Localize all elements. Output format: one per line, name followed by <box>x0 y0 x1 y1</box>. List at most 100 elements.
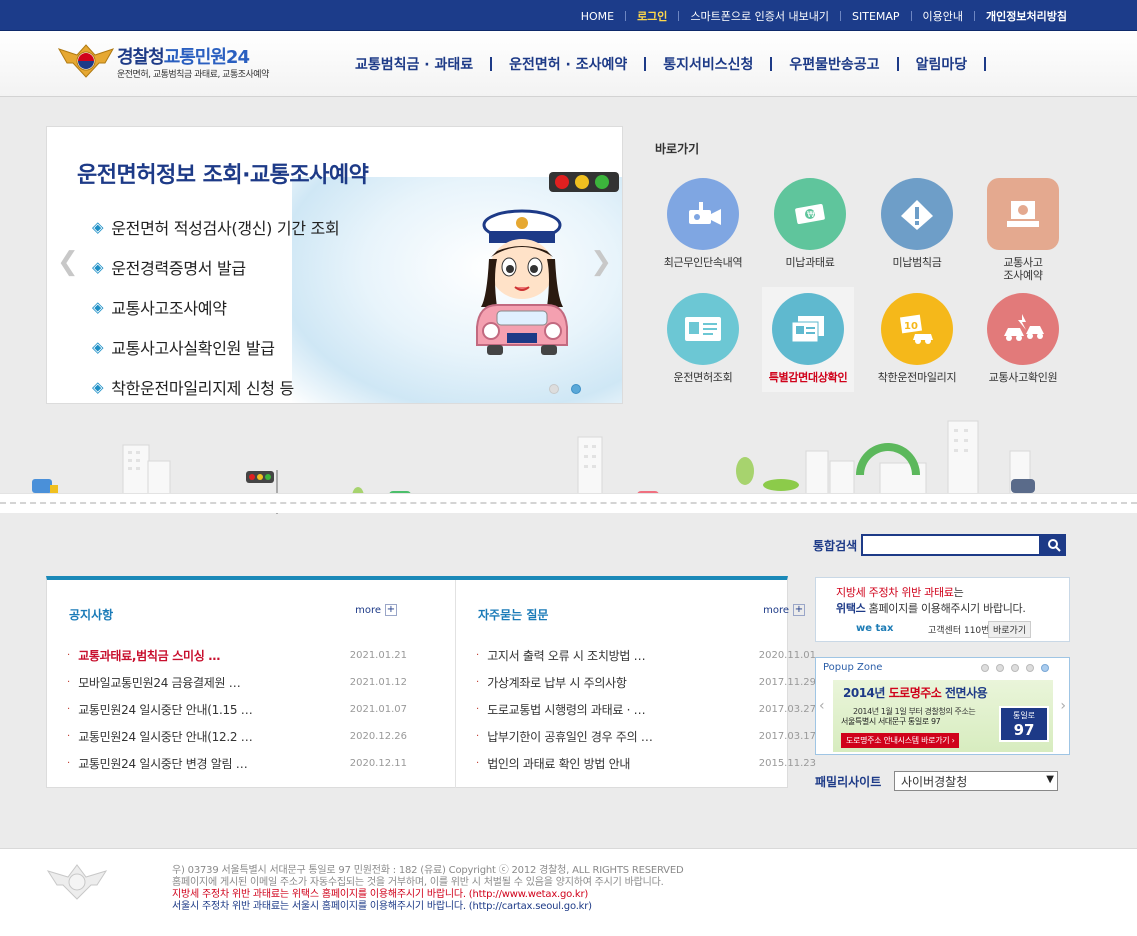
popup-zone: Popup Zone 2014년 도로명주소 전면사용 2014년 1월 1일 … <box>815 657 1070 755</box>
divider <box>840 11 841 21</box>
chevron-down-icon: ▼ <box>1046 774 1054 785</box>
nav-divider <box>644 57 647 71</box>
quick-link-label: 교통사고확인원 <box>988 371 1058 384</box>
quick-link-unpaid-penalty[interactable]: 미납범칙금 <box>862 172 972 269</box>
slider-item-label: 운전경력증명서 발급 <box>111 259 246 278</box>
list-item-title: 교통민원24 일시중단 변경 알림 … <box>78 757 248 771</box>
list-item[interactable]: · 도로교통법 시행령의 과태료 · … 2017.03.27 <box>476 696 824 723</box>
search-input[interactable] <box>861 534 1041 556</box>
list-item-date: 2017.03.27 <box>758 704 816 715</box>
nav-license[interactable]: 운전면허 · 조사예약 <box>509 54 627 74</box>
list-item[interactable]: · 교통민원24 일시중단 안내(1.15 … 2021.01.07 <box>67 696 415 723</box>
quick-link-accident-reservation[interactable]: 교통사고 조사예약 <box>968 172 1078 282</box>
slider-item[interactable]: ◈ 착한운전마일리지제 신청 등 <box>92 367 339 403</box>
bullet-icon: · <box>476 677 480 688</box>
quick-link-recent-camera[interactable]: 최근무인단속내역 <box>648 172 758 269</box>
faq-title[interactable]: 자주묻는 질문 <box>478 606 548 623</box>
notice-list: · 교통과태료,범칙금 스미싱 … 2021.01.21 · 모바일교통민원24 금융… <box>67 642 415 777</box>
bullet-icon: · <box>67 677 71 688</box>
quick-link-license-lookup[interactable]: 운전면허조회 <box>648 287 758 384</box>
wetax-line2-bold: 위택스 <box>836 602 866 615</box>
list-item[interactable]: · 법인의 과태료 확인 방법 안내 2015.11.23 <box>476 750 824 777</box>
header: 경찰청교통민원24 운전면허, 교통범칙금 과태료, 교통조사예약 교통범칙금 … <box>0 31 1137 97</box>
popup-address-button[interactable]: 도로명주소 안내시스템 바로가기 › <box>841 733 960 748</box>
quick-link-accident-confirmation[interactable]: 교통사고확인원 <box>968 287 1078 384</box>
diamond-bullet-icon: ◈ <box>92 218 104 236</box>
list-item-date: 2017.11.29 <box>758 677 816 688</box>
slider-list: ◈ 운전면허 적성검사(갱신) 기간 조회 ◈ 운전경력증명서 발급 ◈ 교통사고조사… <box>92 207 340 403</box>
quick-link-mileage[interactable]: 10 착한운전마일리지 <box>862 287 972 384</box>
notice-more-button[interactable]: more + <box>355 604 397 616</box>
family-site-select[interactable]: 사이버경찰청 ▼ <box>894 771 1058 791</box>
list-item-title: 도로교통법 시행령의 과태료 · … <box>487 703 646 717</box>
popup-dot[interactable] <box>1026 664 1034 672</box>
list-item[interactable]: · 가상계좌로 납부 시 주의사항 2017.11.29 <box>476 669 824 696</box>
popup-dot[interactable] <box>996 664 1004 672</box>
slider-item[interactable]: ◈ 교통사고사실확인원 발급 <box>92 327 339 367</box>
smartphone-cert-link[interactable]: 스마트폰으로 인증서 내보내기 <box>690 8 829 24</box>
slider-item-label: 교통사고조사예약 <box>111 299 227 318</box>
popup-prev-icon[interactable]: ‹ <box>819 698 825 714</box>
login-link[interactable]: 로그인 <box>637 8 667 24</box>
slider-next-arrow-icon[interactable]: ❯ <box>590 247 612 277</box>
popup-banner[interactable]: 2014년 도로명주소 전면사용 2014년 1월 1일 부터 경찰청의 주소는… <box>833 680 1053 752</box>
slider-prev-arrow-icon[interactable]: ❮ <box>57 247 79 277</box>
slider-item[interactable]: ◈ 운전경력증명서 발급 <box>92 247 339 287</box>
faq-list: · 고지서 출력 오류 시 조치방법 … 2020.11.01 · 가상계좌로 납부 … <box>476 642 824 777</box>
nav-mail-return[interactable]: 우편물반송공고 <box>789 54 879 74</box>
list-item[interactable]: · 납부기한이 공휴일인 경우 주의 … 2017.03.17 <box>476 723 824 750</box>
footer-email-notice: 홈페이지에 게시된 이메일 주소가 자동수집되는 것을 거부하며, 이를 위반 … <box>172 877 664 888</box>
slider-dot-active[interactable] <box>571 384 581 394</box>
nav-notification[interactable]: 통지서비스신청 <box>663 54 753 74</box>
divider <box>910 11 912 21</box>
popup-next-icon[interactable]: › <box>1060 698 1066 714</box>
footer: 우) 03739 서울특별시 서대문구 통일로 97 민원전화 : 182 (유… <box>0 848 1137 936</box>
popup-dot[interactable] <box>1011 664 1019 672</box>
slider-item[interactable]: ◈ 운전면허 적성검사(갱신) 기간 조회 <box>92 207 340 247</box>
wetax-banner[interactable]: 지방세 주정차 위반 과태료는 위택스 홈페이지를 이용해주시기 바랍니다. w… <box>815 577 1070 642</box>
quick-link-label: 운전면허조회 <box>673 371 733 384</box>
slider-item[interactable]: ◈ 교통사고조사예약 <box>92 287 339 327</box>
wetax-center: 고객센터 110번 <box>928 626 990 636</box>
home-link[interactable]: HOME <box>581 10 614 23</box>
search-button[interactable] <box>1041 534 1066 556</box>
camera-icon <box>667 178 739 250</box>
plus-icon: + <box>793 604 805 616</box>
list-item[interactable]: · 교통과태료,범칙금 스미싱 … 2021.01.21 <box>67 642 415 669</box>
footer-seoul-link[interactable]: 서울시 주정차 위반 과태료는 서울시 홈페이지를 이용해주시기 바랍니다. (… <box>172 901 683 913</box>
divider <box>625 11 627 21</box>
nav-fines[interactable]: 교통범칙금 · 과태료 <box>355 54 473 74</box>
popup-dot[interactable] <box>981 664 989 672</box>
footer-wetax-link[interactable]: 지방세 주정차 위반 과태료는 위택스 홈페이지를 이용해주시기 바랍니다. (… <box>172 889 683 901</box>
bullet-icon: · <box>67 731 71 742</box>
slider-dot[interactable] <box>549 384 559 394</box>
site-logo[interactable]: 경찰청교통민원24 운전면허, 교통범칙금 과태료, 교통조사예약 <box>57 41 297 81</box>
faq-more-button[interactable]: more + <box>763 604 805 616</box>
popup-head-a: 2014년 <box>843 686 889 700</box>
list-item[interactable]: · 모바일교통민원24 금융결제원 … 2021.01.12 <box>67 669 415 696</box>
list-item-title: 법인의 과태료 확인 방법 안내 <box>487 757 631 771</box>
top-utility-bar: HOME 로그인 스마트폰으로 인증서 내보내기 SITEMAP 이용안내 개인… <box>0 0 1137 31</box>
footer-text: 우) 03739 서울특별시 서대문구 통일로 97 민원전화 : 182 (유… <box>172 865 684 913</box>
divider <box>678 11 680 21</box>
quick-link-unpaid-fine[interactable]: ₩ 미납과태료 <box>755 172 865 269</box>
notice-title[interactable]: 공지사항 <box>69 606 113 623</box>
privacy-policy-link[interactable]: 개인정보처리방침 <box>986 8 1067 24</box>
list-item-date: 2021.01.12 <box>349 677 407 688</box>
mileage-icon: 10 <box>881 293 953 365</box>
road-sign-name: 통일로 <box>1012 711 1036 720</box>
popup-sub2: 서울특별시 서대문구 통일로 97 <box>841 717 941 726</box>
list-item[interactable]: · 고지서 출력 오류 시 조치방법 … 2020.11.01 <box>476 642 824 669</box>
sitemap-link[interactable]: SITEMAP <box>852 10 900 23</box>
list-item[interactable]: · 교통민원24 일시중단 안내(12.2 … 2020.12.26 <box>67 723 415 750</box>
guide-link[interactable]: 이용안내 <box>923 8 963 24</box>
popup-dot-active[interactable] <box>1041 664 1049 672</box>
more-label: more <box>355 604 381 616</box>
list-item-date: 2017.03.17 <box>758 731 816 742</box>
nav-notice-board[interactable]: 알림마당 <box>916 54 968 74</box>
main-navigation: 교통범칙금 · 과태료 운전면허 · 조사예약 통지서비스신청 우편물반송공고 … <box>355 54 1003 74</box>
slider-item-label: 교통사고사실확인원 발급 <box>111 339 275 358</box>
list-item[interactable]: · 교통민원24 일시중단 변경 알림 … 2020.12.11 <box>67 750 415 777</box>
wetax-go-button[interactable]: 바로가기 <box>988 621 1032 638</box>
quick-link-special-reduction[interactable]: 특별감면대상확인 <box>762 287 854 392</box>
